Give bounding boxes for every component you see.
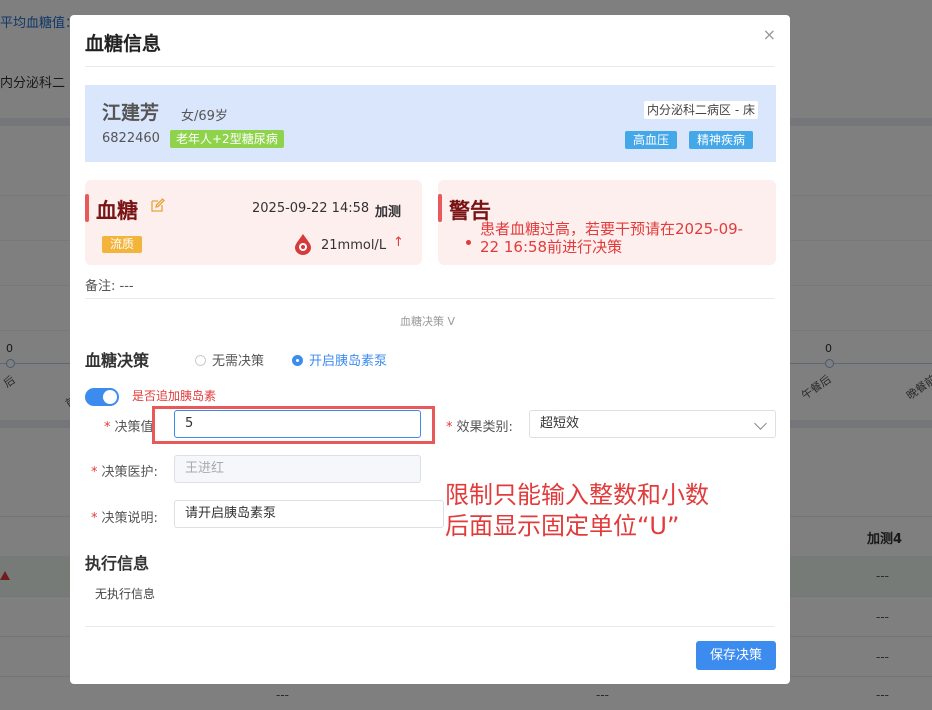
accent-bar — [438, 194, 442, 222]
decision-section-title: 血糖决策 — [85, 351, 150, 370]
radio-label: 开启胰岛素泵 — [309, 354, 388, 369]
switch-label: 是否追加胰岛素 — [132, 389, 217, 403]
required-mark: * — [446, 420, 453, 435]
patient-tag: 老年人+2型糖尿病 — [170, 130, 284, 148]
label-text: 决策医护: — [101, 465, 158, 480]
patient-card: 江建芳 女/69岁 6822460 老年人+2型糖尿病 内分泌科二病区 - 床 … — [85, 85, 776, 162]
patient-name: 江建芳 — [102, 102, 160, 124]
disease-tag: 高血压 — [625, 131, 678, 149]
edit-icon[interactable] — [151, 198, 165, 212]
patient-id: 6822460 — [102, 131, 160, 146]
switch-knob — [103, 390, 117, 404]
diet-tag: 流质 — [102, 236, 143, 253]
glucose-value: 21mmol/L — [321, 238, 387, 253]
modal-title: 血糖信息 — [85, 33, 162, 55]
decision-desc-input[interactable]: 请开启胰岛素泵 — [174, 500, 444, 528]
trend-up-icon: ↑ — [393, 235, 404, 250]
annotation-line: 后面显示固定单位“U” — [445, 512, 680, 540]
radio-label: 无需决策 — [212, 354, 265, 369]
disease-tag: 精神疾病 — [689, 131, 754, 149]
add-insulin-switch[interactable] — [85, 388, 119, 406]
label-text: 效果类别: — [456, 420, 513, 435]
select-value: 超短效 — [540, 416, 580, 431]
glucose-title: 血糖 — [96, 199, 138, 223]
annotation-highlight-box — [152, 406, 435, 444]
decision-desc-label: * 决策说明: — [91, 507, 158, 526]
glucose-card: 血糖 2025-09-22 14:58 加测 流质 21mmol/L ↑ — [85, 180, 422, 265]
execution-section-title: 执行信息 — [85, 554, 150, 573]
required-mark: * — [104, 420, 111, 435]
save-decision-button[interactable]: 保存决策 — [696, 641, 776, 670]
patient-ward: 内分泌科二病区 - 床 — [644, 101, 758, 119]
required-mark: * — [91, 465, 98, 480]
blood-drop-icon — [295, 234, 311, 255]
patient-gender-age: 女/69岁 — [181, 109, 228, 124]
annotation-note: 限制只能输入整数和小数 后面显示固定单位“U” — [445, 480, 709, 542]
effect-type-label: * 效果类别: — [446, 416, 513, 435]
divider — [85, 626, 775, 627]
label-text: 决策说明: — [101, 511, 158, 526]
bullet-icon — [466, 240, 471, 245]
radio-circle-icon — [195, 355, 206, 366]
effect-type-select[interactable]: 超短效 — [529, 410, 776, 438]
decision-value-label: * 决策值 — [104, 416, 154, 435]
accent-bar — [85, 194, 89, 222]
required-mark: * — [91, 511, 98, 526]
glucose-type: 加测 — [375, 205, 402, 220]
execution-empty-text: 无执行信息 — [95, 587, 156, 601]
label-text: 决策值 — [114, 420, 154, 435]
radio-circle-icon — [292, 355, 303, 366]
remark: 备注: --- — [85, 279, 134, 294]
radio-no-decision[interactable]: 无需决策 — [195, 350, 264, 369]
divider — [85, 298, 775, 299]
warning-card: 警告 患者血糖过高，若要干预请在2025-09-22 16:58前进行决策 — [438, 180, 776, 265]
radio-insulin-pump[interactable]: 开启胰岛素泵 — [292, 350, 387, 369]
glucose-datetime: 2025-09-22 14:58 — [252, 201, 370, 216]
glucose-info-modal: 血糖信息 × 江建芳 女/69岁 6822460 老年人+2型糖尿病 内分泌科二… — [70, 15, 790, 684]
warning-message: 患者血糖过高，若要干预请在2025-09-22 16:58前进行决策 — [480, 220, 744, 256]
annotation-line: 限制只能输入整数和小数 — [445, 481, 709, 509]
decision-doctor-input[interactable]: 王进红 — [174, 455, 421, 483]
close-icon[interactable]: × — [763, 25, 776, 44]
chevron-down-icon — [754, 417, 767, 430]
decision-doctor-label: * 决策医护: — [91, 461, 158, 480]
divider — [85, 66, 775, 67]
collapse-toggle[interactable]: 血糖决策 ᐯ — [400, 313, 455, 329]
